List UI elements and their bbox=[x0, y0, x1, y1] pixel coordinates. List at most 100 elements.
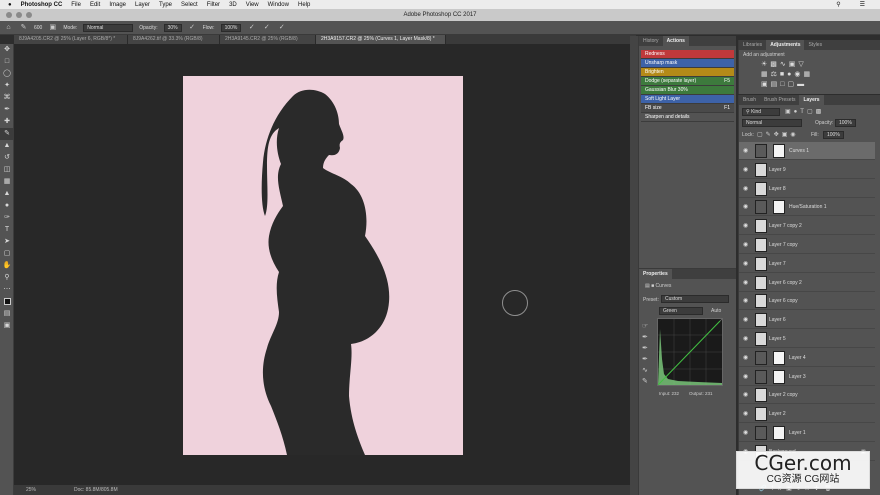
pen-tool-icon[interactable]: ✑ bbox=[0, 212, 14, 224]
blur-tool-icon[interactable]: ▲ bbox=[0, 188, 14, 200]
healing-brush-icon[interactable]: ✚ bbox=[0, 116, 14, 128]
layer-name[interactable]: Hue/Saturation 1 bbox=[789, 198, 827, 216]
layer-name[interactable]: Layer 5 bbox=[769, 330, 786, 348]
layer-name[interactable]: Layer 7 copy bbox=[769, 236, 798, 254]
visibility-eye-icon[interactable]: ◉ bbox=[743, 386, 748, 404]
tab-actions[interactable]: Actions bbox=[662, 36, 689, 46]
doc-size[interactable]: Doc: 85.8M/805.8M bbox=[74, 485, 118, 495]
layer-name[interactable]: Layer 7 bbox=[769, 255, 786, 273]
action-item[interactable]: Brighten bbox=[641, 68, 734, 77]
curves-graph[interactable] bbox=[657, 318, 723, 386]
clone-stamp-icon[interactable]: ▲ bbox=[0, 140, 14, 152]
action-item[interactable]: Redness bbox=[641, 50, 734, 59]
layer-thumbnail[interactable] bbox=[755, 407, 767, 422]
menu-type[interactable]: Type bbox=[159, 2, 172, 8]
layer-filter-icons[interactable]: ▣●T▢▩ bbox=[785, 108, 824, 115]
visibility-eye-icon[interactable]: ◉ bbox=[743, 255, 748, 273]
layer-row[interactable]: ◉ Layer 2 bbox=[739, 405, 875, 424]
layer-row[interactable]: ◉ Layer 1 bbox=[739, 424, 875, 442]
layer-thumbnail[interactable] bbox=[755, 238, 767, 252]
app-menu[interactable]: Photoshop CC bbox=[21, 2, 63, 8]
tab-history[interactable]: History bbox=[639, 36, 663, 46]
layer-name[interactable]: Layer 2 bbox=[769, 405, 786, 423]
action-item[interactable]: Gaussian Blur 30% bbox=[641, 86, 734, 95]
layer-row[interactable]: ◉ Layer 8 bbox=[739, 180, 875, 198]
tab-doc-1[interactable]: 8J9A4205.CR2 @ 25% (Layer 6, RGB/8*) * bbox=[14, 35, 128, 44]
color-swatches-icon[interactable] bbox=[0, 296, 14, 308]
marquee-tool-icon[interactable]: □ bbox=[0, 56, 14, 68]
menu-help[interactable]: Help bbox=[298, 2, 310, 8]
curve-point-icon[interactable]: ∿ bbox=[642, 365, 648, 376]
layer-opacity-field[interactable]: 100% bbox=[835, 119, 856, 127]
sample-white-icon[interactable]: ✒ bbox=[642, 354, 648, 365]
layer-filter-select[interactable]: ⚲ Kind bbox=[742, 108, 780, 116]
fill-field[interactable]: 100% bbox=[823, 131, 844, 139]
apple-icon[interactable]: ● bbox=[8, 2, 12, 8]
mask-icon[interactable]: ■ bbox=[651, 283, 654, 289]
layer-name[interactable]: Curves 1 bbox=[789, 142, 809, 160]
layer-name[interactable]: Layer 6 copy bbox=[769, 292, 798, 310]
visibility-eye-icon[interactable]: ◉ bbox=[743, 292, 748, 310]
tab-styles[interactable]: Styles bbox=[804, 40, 826, 50]
crop-tool-icon[interactable]: ⌘ bbox=[0, 92, 14, 104]
layer-row[interactable]: ◉ Layer 5 bbox=[739, 330, 875, 348]
pressure-size-icon[interactable]: ✓ bbox=[262, 23, 271, 32]
layer-name[interactable]: Layer 6 bbox=[769, 311, 786, 329]
menu-view[interactable]: View bbox=[246, 2, 259, 8]
layer-row[interactable]: ◉ Layer 7 copy bbox=[739, 236, 875, 254]
menu-3d[interactable]: 3D bbox=[229, 2, 237, 8]
tab-adjustments[interactable]: Adjustments bbox=[766, 40, 805, 50]
eyedropper-icon[interactable]: ✒ bbox=[0, 104, 14, 116]
layer-name[interactable]: Layer 9 bbox=[769, 161, 786, 179]
list-icon[interactable]: ☰ bbox=[860, 1, 865, 8]
layer-row[interactable]: ◉ Layer 7 copy 2 bbox=[739, 217, 875, 236]
layer-thumbnail[interactable] bbox=[755, 426, 767, 440]
menu-image[interactable]: Image bbox=[109, 2, 126, 8]
layer-row[interactable]: ◉ Curves 1 bbox=[739, 142, 875, 160]
visibility-eye-icon[interactable]: ◉ bbox=[743, 424, 748, 442]
zoom-level[interactable]: 25% bbox=[26, 485, 36, 495]
layer-row[interactable]: ◉ Hue/Saturation 1 bbox=[739, 198, 875, 217]
layer-row[interactable]: ◉ Layer 7 bbox=[739, 255, 875, 273]
layer-row[interactable]: ◉ Layer 4 bbox=[739, 349, 875, 367]
action-item[interactable]: Dodge (separate layer) F5 bbox=[641, 77, 734, 86]
brush-tool-icon[interactable]: ✎ bbox=[19, 23, 28, 32]
layer-name[interactable]: Layer 3 bbox=[789, 368, 806, 386]
visibility-eye-icon[interactable]: ◉ bbox=[743, 274, 748, 292]
opacity-field[interactable]: 30% bbox=[163, 23, 182, 32]
pressure-opacity-icon[interactable]: ✓ bbox=[188, 23, 197, 32]
search-icon[interactable]: ⚲ bbox=[836, 1, 840, 8]
layer-row[interactable]: ◉ Layer 6 copy bbox=[739, 292, 875, 311]
layer-name[interactable]: Layer 6 copy 2 bbox=[769, 274, 802, 292]
more-tools-icon[interactable]: ⋯ bbox=[0, 284, 14, 296]
mode-select[interactable]: Normal bbox=[83, 23, 134, 32]
action-item[interactable]: Soft Light Layer bbox=[641, 95, 734, 104]
layer-thumbnail[interactable] bbox=[755, 388, 767, 403]
menu-window[interactable]: Window bbox=[268, 2, 289, 8]
menu-filter[interactable]: Filter bbox=[207, 2, 220, 8]
visibility-eye-icon[interactable]: ◉ bbox=[743, 405, 748, 423]
window-controls[interactable] bbox=[6, 12, 32, 18]
adjustment-icons[interactable]: ☀▩∿▣▽ ▦⚖■●◉▦ ▣▤□▢▬ bbox=[739, 60, 880, 90]
menu-file[interactable]: File bbox=[71, 2, 81, 8]
tab-layers[interactable]: Layers bbox=[799, 95, 824, 105]
layer-thumbnail[interactable] bbox=[755, 144, 767, 158]
action-item[interactable]: Sharpen and details bbox=[641, 113, 734, 122]
layer-thumbnail[interactable] bbox=[755, 369, 767, 384]
on-image-adjust-icon[interactable]: ☞ bbox=[642, 321, 648, 332]
layer-name[interactable]: Layer 7 copy 2 bbox=[769, 217, 802, 235]
layer-thumbnail[interactable] bbox=[755, 162, 767, 177]
type-tool-icon[interactable]: T bbox=[0, 224, 14, 236]
visibility-eye-icon[interactable]: ◉ bbox=[743, 311, 748, 329]
layer-name[interactable]: Layer 4 bbox=[789, 349, 806, 367]
quick-mask-icon[interactable]: ▤ bbox=[0, 308, 14, 320]
layer-row[interactable]: ◉ Layer 2 copy bbox=[739, 386, 875, 405]
channel-select[interactable]: Green bbox=[659, 307, 703, 315]
auto-button[interactable]: Auto bbox=[711, 308, 721, 314]
layer-row[interactable]: ◉ Layer 6 copy 2 bbox=[739, 274, 875, 292]
visibility-eye-icon[interactable]: ◉ bbox=[743, 368, 748, 386]
preset-select[interactable]: Custom bbox=[661, 295, 729, 303]
flow-field[interactable]: 100% bbox=[220, 23, 242, 32]
symmetry-icon[interactable]: ✓ bbox=[277, 23, 286, 32]
dodge-tool-icon[interactable]: ● bbox=[0, 200, 14, 212]
